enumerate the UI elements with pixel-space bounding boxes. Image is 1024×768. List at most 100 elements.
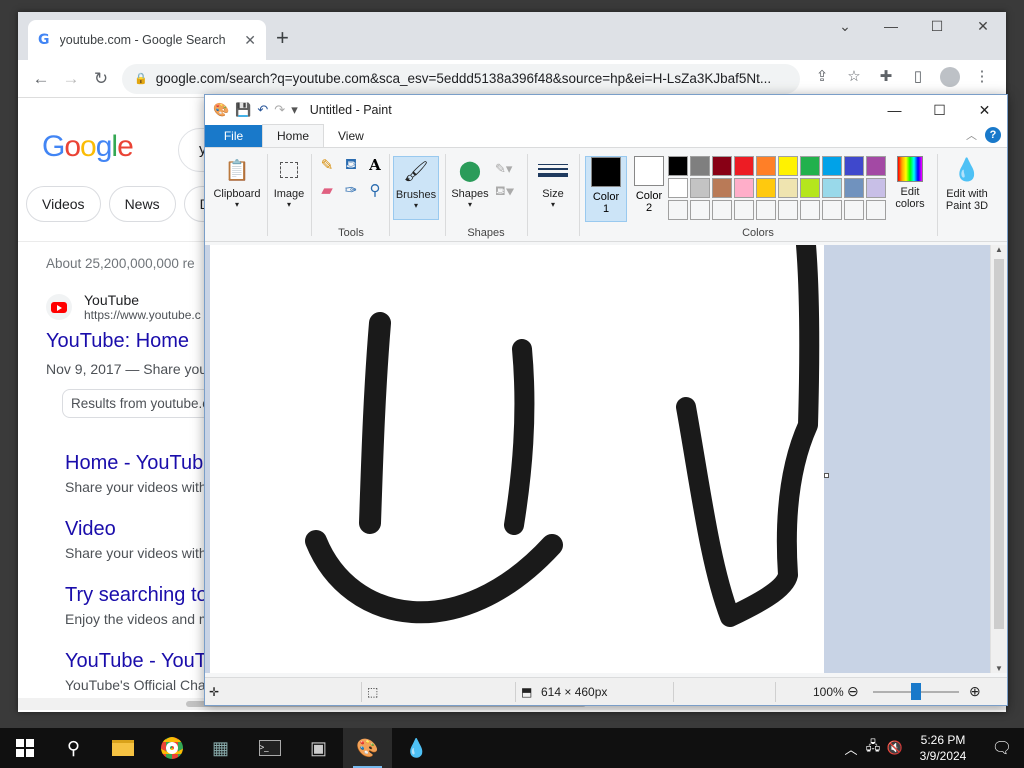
- results-from-link[interactable]: Results from youtube.c: [62, 389, 219, 418]
- volume-muted-icon[interactable]: 🔇: [884, 740, 906, 756]
- palette-swatch[interactable]: [844, 178, 864, 198]
- pencil-icon[interactable]: ✎: [315, 156, 339, 175]
- palette-swatch[interactable]: [800, 200, 820, 220]
- paint-maximize-icon[interactable]: ☐: [917, 95, 962, 125]
- tab-search-icon[interactable]: ⌄: [822, 12, 868, 40]
- collapse-ribbon-icon[interactable]: ︿: [966, 127, 977, 143]
- reload-icon[interactable]: ↻: [86, 69, 116, 89]
- palette-swatch[interactable]: [668, 156, 688, 176]
- palette-swatch[interactable]: [734, 200, 754, 220]
- palette-swatch[interactable]: [756, 156, 776, 176]
- edit-with-paint3d-button[interactable]: 💧 Edit with Paint 3D: [939, 156, 995, 212]
- fill-icon[interactable]: ⛾▾: [495, 180, 514, 202]
- tab-home[interactable]: Home: [262, 124, 325, 147]
- palette-swatch[interactable]: [800, 156, 820, 176]
- palette-swatch[interactable]: [844, 200, 864, 220]
- control-panel-icon[interactable]: ▦: [196, 728, 245, 768]
- palette-swatch[interactable]: [778, 200, 798, 220]
- palette-swatch[interactable]: [712, 156, 732, 176]
- help-icon[interactable]: ?: [985, 127, 1001, 143]
- app-package-icon[interactable]: ▣: [294, 728, 343, 768]
- outline-icon[interactable]: ✎▾: [495, 158, 514, 180]
- palette-swatch[interactable]: [866, 156, 886, 176]
- zoom-out-icon[interactable]: ⊖: [847, 683, 859, 700]
- clock[interactable]: 5:26 PM 3/9/2024: [906, 732, 980, 764]
- palette-swatch[interactable]: [734, 156, 754, 176]
- image-button[interactable]: Image ▾: [269, 156, 309, 209]
- palette-swatch[interactable]: [690, 178, 710, 198]
- chrome-tab[interactable]: G youtube.com - Google Search ✕: [28, 20, 266, 60]
- palette-swatch[interactable]: [800, 178, 820, 198]
- palette-swatch[interactable]: [734, 178, 754, 198]
- menu-kebab-icon[interactable]: ⋮: [966, 67, 998, 91]
- palette-swatch[interactable]: [690, 200, 710, 220]
- palette-swatch[interactable]: [844, 156, 864, 176]
- palette-swatch[interactable]: [822, 156, 842, 176]
- eraser-icon[interactable]: ▰: [315, 181, 339, 199]
- google-logo[interactable]: Google: [42, 130, 134, 164]
- chip-news[interactable]: News: [108, 186, 176, 222]
- canvas-vertical-scrollbar[interactable]: ▲ ▼: [990, 245, 1007, 673]
- palette-swatch[interactable]: [778, 156, 798, 176]
- chip-videos[interactable]: Videos: [26, 186, 101, 222]
- paint-minimize-icon[interactable]: —: [872, 95, 917, 125]
- palette-swatch[interactable]: [712, 200, 732, 220]
- text-tool-icon[interactable]: A: [363, 156, 387, 175]
- maximize-icon[interactable]: ☐: [914, 12, 960, 40]
- close-tab-icon[interactable]: ✕: [244, 32, 256, 49]
- network-icon[interactable]: 🖧: [862, 737, 884, 759]
- size-button[interactable]: Size ▾: [535, 156, 571, 209]
- paint-taskbar-icon[interactable]: 🎨: [343, 728, 392, 768]
- tab-view[interactable]: View: [324, 125, 378, 147]
- side-panel-icon[interactable]: ▯: [902, 67, 934, 91]
- close-window-icon[interactable]: ✕: [960, 12, 1006, 40]
- palette-swatch[interactable]: [690, 156, 710, 176]
- tab-file[interactable]: File: [205, 125, 262, 147]
- file-explorer-icon[interactable]: [98, 728, 147, 768]
- forward-icon[interactable]: →: [56, 69, 86, 89]
- shapes-button[interactable]: ⬤ Shapes ▾: [449, 156, 491, 210]
- canvas-resize-handle[interactable]: [824, 473, 829, 478]
- fill-bucket-icon[interactable]: ⛾: [339, 156, 363, 175]
- palette-swatch[interactable]: [822, 200, 842, 220]
- palette-swatch[interactable]: [756, 178, 776, 198]
- color-picker-icon[interactable]: ✑: [339, 181, 363, 199]
- search-icon[interactable]: ⚲: [49, 728, 98, 768]
- start-button[interactable]: [0, 728, 49, 768]
- paint3d-taskbar-icon[interactable]: 💧: [392, 728, 441, 768]
- palette-swatch[interactable]: [668, 178, 688, 198]
- color2-button[interactable]: Color 2: [628, 156, 670, 214]
- back-icon[interactable]: ←: [26, 69, 56, 89]
- brushes-button[interactable]: 🖌 Brushes ▾: [393, 156, 439, 220]
- zoom-in-icon[interactable]: ⊕: [969, 683, 981, 700]
- palette-swatch[interactable]: [866, 178, 886, 198]
- save-icon[interactable]: 💾: [235, 102, 251, 118]
- edit-colors-button[interactable]: Edit colors: [891, 156, 929, 210]
- customize-qat-icon[interactable]: ▾: [291, 102, 298, 118]
- drawing-canvas[interactable]: [210, 245, 824, 673]
- share-icon[interactable]: ⇪: [806, 67, 838, 91]
- notifications-icon[interactable]: 🗨: [980, 738, 1024, 758]
- palette-swatch[interactable]: [822, 178, 842, 198]
- bookmark-star-icon[interactable]: ☆: [838, 67, 870, 91]
- paint-app-icon[interactable]: 🎨: [213, 102, 229, 118]
- terminal-icon[interactable]: >_: [245, 728, 294, 768]
- paint-close-icon[interactable]: ✕: [962, 95, 1007, 125]
- extensions-icon[interactable]: ✚: [870, 67, 902, 91]
- zoom-slider-thumb[interactable]: [911, 683, 921, 700]
- magnifier-icon[interactable]: ⚲: [363, 181, 387, 199]
- palette-swatch[interactable]: [668, 200, 688, 220]
- show-hidden-icons-icon[interactable]: ︿: [840, 739, 862, 758]
- palette-swatch[interactable]: [756, 200, 776, 220]
- new-tab-icon[interactable]: +: [276, 25, 289, 51]
- color1-button[interactable]: Color 1: [585, 156, 627, 222]
- redo-icon[interactable]: ↷: [274, 102, 285, 118]
- palette-swatch[interactable]: [866, 200, 886, 220]
- clipboard-button[interactable]: 📋 Clipboard ▾: [209, 156, 265, 210]
- profile-avatar[interactable]: [934, 66, 966, 91]
- palette-swatch[interactable]: [778, 178, 798, 198]
- minimize-icon[interactable]: —: [868, 12, 914, 40]
- chrome-taskbar-icon[interactable]: [147, 728, 196, 768]
- palette-swatch[interactable]: [712, 178, 732, 198]
- address-bar[interactable]: 🔒 google.com/search?q=youtube.com&sca_es…: [122, 63, 800, 94]
